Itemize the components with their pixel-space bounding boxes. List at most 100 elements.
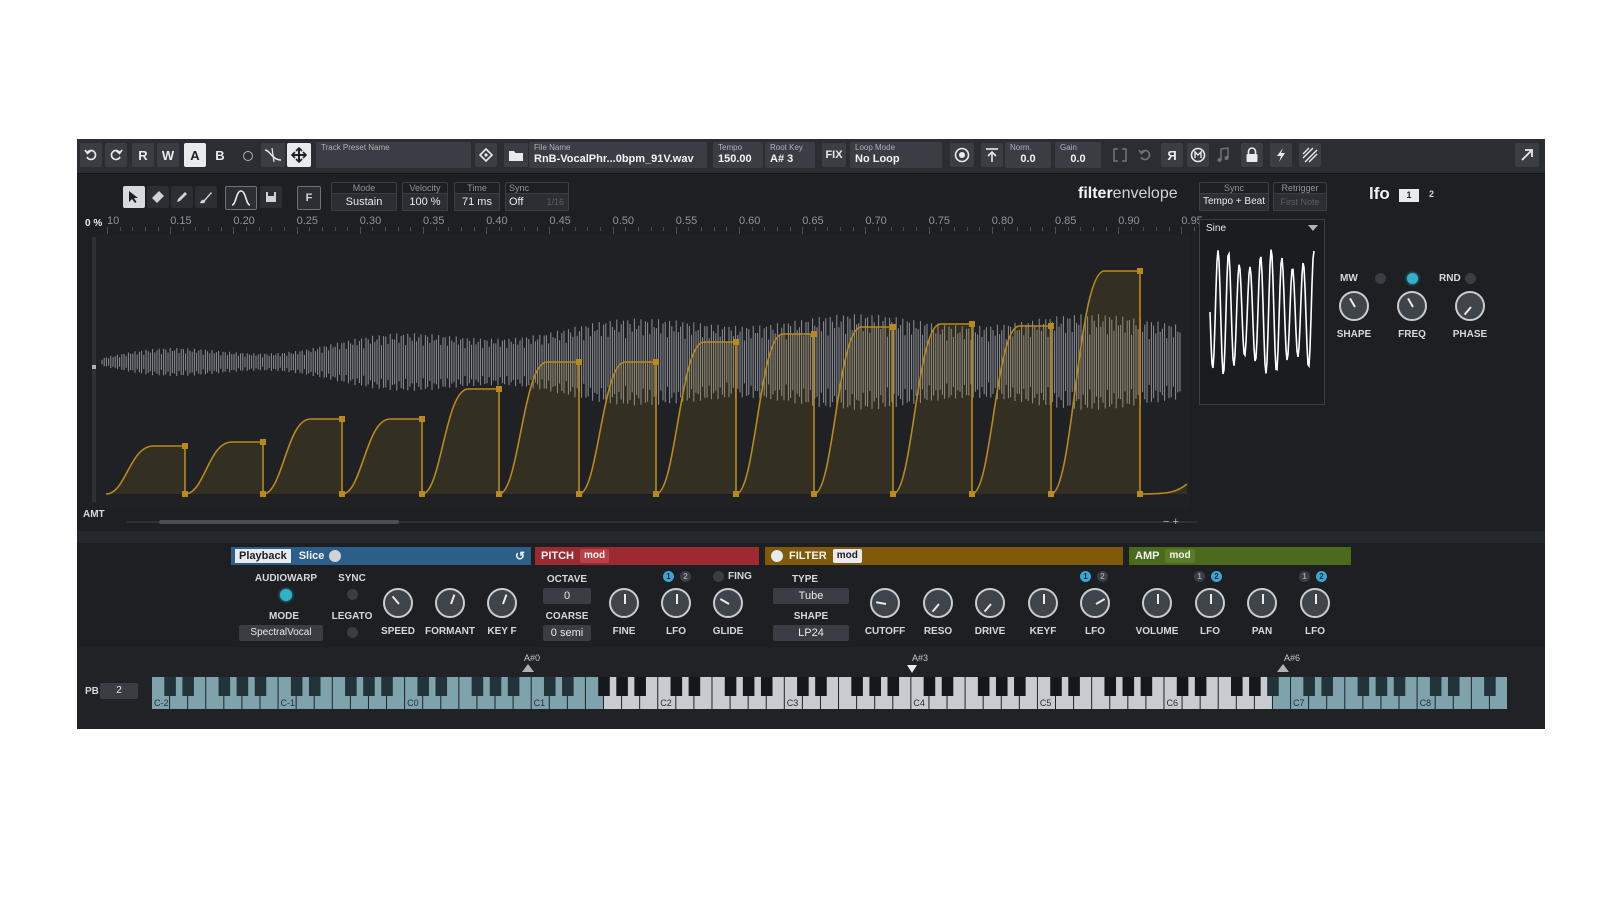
piano-black-key[interactable] <box>1393 677 1406 696</box>
piano-black-key[interactable] <box>869 677 881 696</box>
piano-black-key[interactable] <box>688 677 701 696</box>
piano-black-key[interactable] <box>308 677 321 696</box>
pitch-lfo-knob[interactable] <box>661 588 691 618</box>
mw-led[interactable] <box>1375 273 1386 284</box>
piano-black-key[interactable] <box>435 677 448 696</box>
freq-led[interactable] <box>1407 273 1418 284</box>
piano-black-key[interactable] <box>616 677 628 696</box>
piano-black-key[interactable] <box>815 677 827 696</box>
piano-black-key[interactable] <box>562 677 574 696</box>
pan-knob[interactable] <box>1247 588 1277 618</box>
sync-toggle[interactable] <box>347 589 358 600</box>
piano-black-key[interactable] <box>1249 677 1261 696</box>
envelope-node[interactable] <box>811 491 817 497</box>
piano-black-key[interactable] <box>345 677 357 696</box>
music-note-icon[interactable] <box>1212 143 1234 167</box>
audiowarp-toggle[interactable] <box>280 589 292 601</box>
envelope-node[interactable] <box>496 491 502 497</box>
filter-power-icon[interactable] <box>771 550 783 562</box>
lfo-wave-display[interactable]: Sine <box>1199 219 1325 405</box>
piano-black-key[interactable] <box>1484 677 1496 696</box>
envelope-node[interactable] <box>890 491 896 497</box>
resonance-knob[interactable] <box>923 588 953 618</box>
glide-knob[interactable] <box>713 588 743 618</box>
filter-lfo-2-selector[interactable]: 2 <box>1097 571 1108 582</box>
envelope-node[interactable] <box>1048 491 1054 497</box>
piano-black-key[interactable] <box>1014 677 1026 696</box>
piano-black-key[interactable] <box>543 677 556 696</box>
time-ruler[interactable]: 10 0.15 0.20 0.25 0.30 0.35 0.40 0.45 0.50 0.55 0.… <box>77 139 1233 239</box>
envelope-node[interactable] <box>890 324 896 330</box>
piano-black-key[interactable] <box>1140 677 1153 696</box>
audiowarp-mode-select[interactable]: SpectralVocal <box>239 625 323 641</box>
lfo-sync-field[interactable]: Sync Tempo + Beat <box>1199 182 1269 211</box>
envelope-node[interactable] <box>653 359 659 365</box>
range-low-marker[interactable] <box>522 664 534 672</box>
envelope-node[interactable] <box>733 491 739 497</box>
pitch-lfo-2-selector[interactable]: 2 <box>680 571 691 582</box>
piano-black-key[interactable] <box>1122 677 1135 696</box>
envelope-node[interactable] <box>653 491 659 497</box>
filter-shape-select[interactable]: LP24 <box>773 625 849 641</box>
piano-black-key[interactable] <box>182 677 194 696</box>
envelope-node[interactable] <box>811 331 817 337</box>
envelope-node[interactable] <box>496 386 502 392</box>
piano-black-key[interactable] <box>1194 677 1207 696</box>
volume-knob[interactable] <box>1142 588 1172 618</box>
piano-black-key[interactable] <box>598 677 610 696</box>
envelope-editor[interactable] <box>92 234 1190 509</box>
envelope-node[interactable] <box>339 491 345 497</box>
piano-black-key[interactable] <box>760 677 773 696</box>
filter-type-select[interactable]: Tube <box>773 588 849 604</box>
piano-black-key[interactable] <box>290 677 303 696</box>
lfo-tab-2[interactable]: 2 <box>1429 189 1434 199</box>
range-high-marker[interactable] <box>1277 664 1289 672</box>
fingered-toggle[interactable] <box>713 571 724 582</box>
lfo-retrigger-field[interactable]: Retrigger First Note <box>1273 182 1327 211</box>
piano-black-key[interactable] <box>742 677 755 696</box>
piano-black-key[interactable] <box>1050 677 1062 696</box>
piano-black-key[interactable] <box>977 677 990 696</box>
cutoff-knob[interactable] <box>870 588 900 618</box>
filter-lfo-1-selector[interactable]: 1 <box>1080 571 1091 582</box>
envelope-node[interactable] <box>1137 268 1143 274</box>
envelope-node[interactable] <box>339 416 345 422</box>
piano-black-key[interactable] <box>236 677 249 696</box>
lfo-freq-knob[interactable] <box>1397 291 1427 321</box>
envelope-node[interactable] <box>733 339 739 345</box>
envelope-node[interactable] <box>576 491 582 497</box>
piano-black-key[interactable] <box>634 677 646 696</box>
piano-black-key[interactable] <box>471 677 484 696</box>
piano-black-key[interactable] <box>1068 677 1080 696</box>
lock-icon[interactable] <box>1241 143 1263 167</box>
envelope-node[interactable] <box>260 439 266 445</box>
piano-black-key[interactable] <box>1321 677 1333 696</box>
piano-black-key[interactable] <box>995 677 1008 696</box>
piano-black-key[interactable] <box>1267 677 1279 696</box>
pitch-mod-button[interactable]: mod <box>580 549 610 563</box>
envelope-node[interactable] <box>576 359 582 365</box>
coarse-field[interactable]: 0 semi <box>543 625 591 641</box>
amp-vol-lfo-1-selector[interactable]: 1 <box>1194 571 1205 582</box>
envelope-graph[interactable] <box>92 234 1190 509</box>
octave-field[interactable]: 0 <box>543 588 591 604</box>
envelope-node[interactable] <box>182 443 188 449</box>
envelope-node[interactable] <box>969 491 975 497</box>
piano-black-key[interactable] <box>381 677 393 696</box>
piano-black-key[interactable] <box>1357 677 1370 696</box>
piano-black-key[interactable] <box>254 677 267 696</box>
hatch-pattern-icon[interactable] <box>1299 143 1321 167</box>
envelope-node[interactable] <box>182 491 188 497</box>
piano-black-key[interactable] <box>417 677 429 696</box>
amp-vol-lfo-knob[interactable] <box>1195 588 1225 618</box>
envelope-node[interactable] <box>260 491 266 497</box>
piano-black-key[interactable] <box>851 677 863 696</box>
envelope-node[interactable] <box>1048 323 1054 329</box>
speed-knob[interactable] <box>383 588 413 618</box>
amp-pan-lfo-knob[interactable] <box>1300 588 1330 618</box>
piano-black-key[interactable] <box>164 677 176 696</box>
lightning-icon[interactable] <box>1270 143 1292 167</box>
envelope-node[interactable] <box>419 491 425 497</box>
lfo-shape-knob[interactable] <box>1339 291 1369 321</box>
fine-knob[interactable] <box>609 588 639 618</box>
